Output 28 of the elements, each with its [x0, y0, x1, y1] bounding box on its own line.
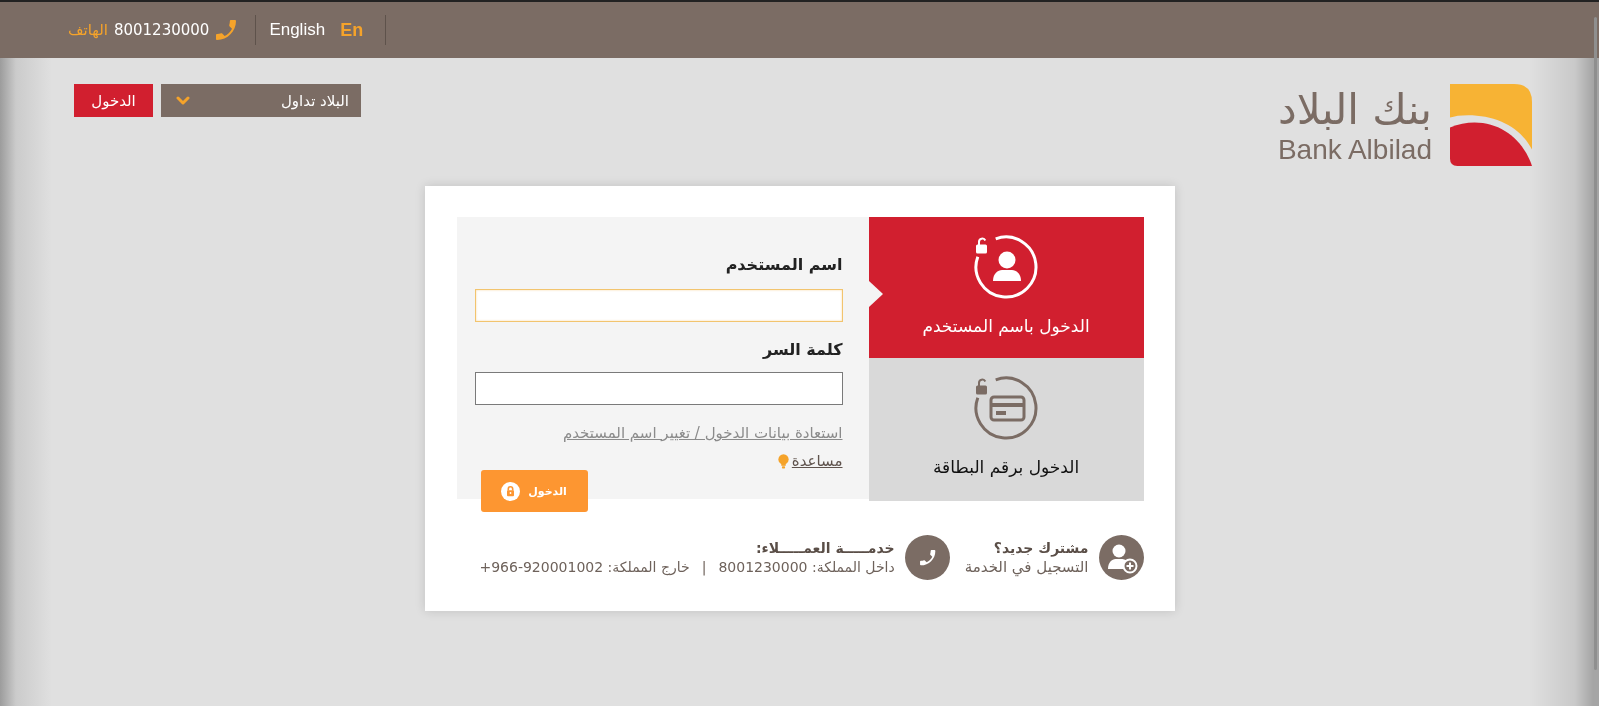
- logo-text: Bank Albilad: [1277, 135, 1432, 165]
- login-method-tab[interactable]: الدخول برقم البطاقة: [868, 358, 1144, 501]
- phone-number: 8001230000: [113, 21, 210, 39]
- new-subscriber-title: مشترك جديد؟: [993, 538, 1089, 558]
- field-label: كلمة السر: [762, 339, 843, 361]
- recovery-link[interactable]: استعادة بيانات الدخول / تغيير اسم المستخدم: [562, 424, 843, 442]
- input-field[interactable]: [474, 372, 843, 405]
- phone-icon: [904, 535, 950, 580]
- add-user-icon: [1098, 535, 1144, 580]
- customer-service-title: خدمـــــة العمـــــلاء:: [755, 538, 895, 558]
- logo-arabic-text: بنك البلاد: [1278, 85, 1432, 135]
- login-button[interactable]: الدخول: [74, 84, 153, 117]
- lock-icon: [501, 481, 521, 501]
- language-link[interactable]: English: [269, 20, 326, 40]
- register-link[interactable]: التسجيل في الخدمة: [964, 557, 1089, 577]
- lightbulb-icon: [777, 453, 789, 469]
- field-label: اسم المستخدم: [725, 254, 843, 276]
- trading-dropdown[interactable]: البلاد تداول: [161, 84, 361, 117]
- login-method-tab[interactable]: الدخول باسم المستخدم: [868, 217, 1144, 358]
- phone-label: الهاتف: [68, 21, 108, 39]
- logo-icon: [1450, 84, 1532, 166]
- separator-text: |: [701, 557, 707, 577]
- help-link[interactable]: مساعدة: [791, 452, 843, 470]
- card-lock-icon: [973, 375, 1039, 441]
- phone-icon: [216, 20, 237, 40]
- user-lock-icon: [973, 234, 1039, 300]
- chevron-down-icon: [176, 95, 190, 106]
- input-field[interactable]: [474, 289, 843, 322]
